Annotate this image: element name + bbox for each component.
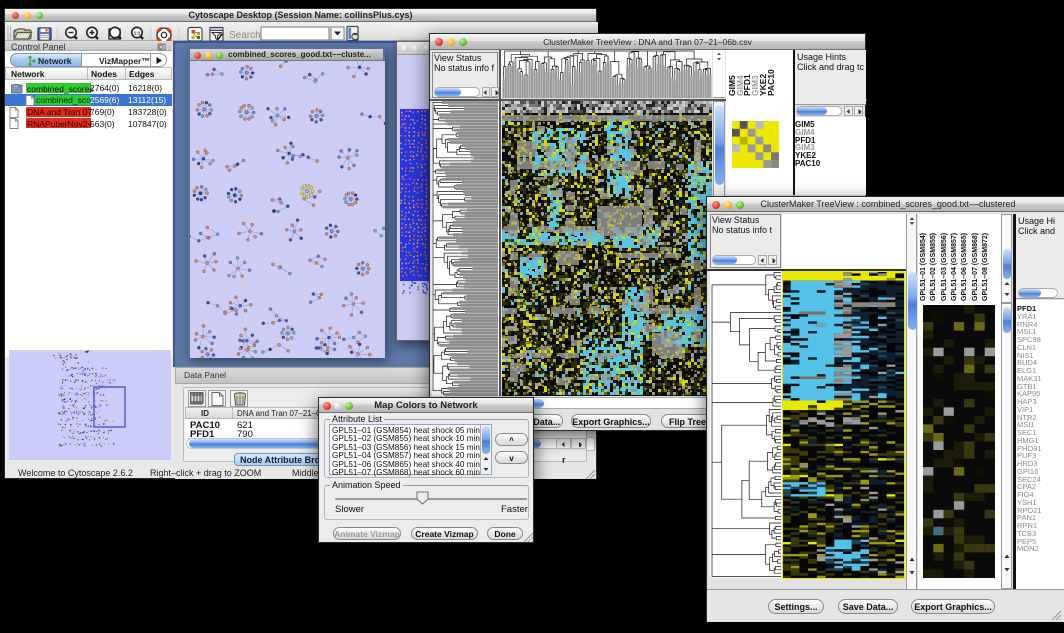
svg-text:Search:: Search: — [229, 30, 263, 41]
svg-text:1:1: 1:1 — [134, 31, 141, 36]
